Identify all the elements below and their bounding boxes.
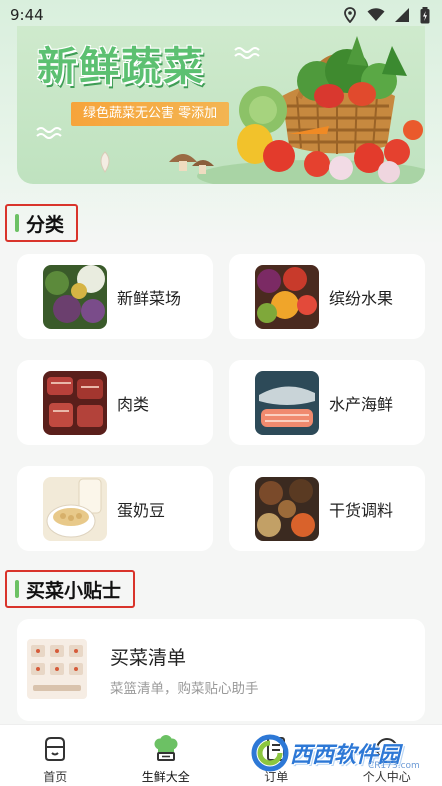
category-label: 干货调料 [329, 500, 394, 520]
category-label: 水产海鲜 [329, 394, 394, 414]
battery-icon [420, 6, 430, 23]
category-card-fruits[interactable]: 缤纷水果 [229, 254, 425, 339]
category-card-eggs-dairy-beans[interactable]: 蛋奶豆 [17, 466, 213, 551]
tab-fresh-catalog[interactable]: 生鲜大全 [111, 725, 222, 786]
seafood-photo [255, 370, 319, 435]
tips-section-header: 买菜小贴士 [5, 570, 136, 608]
categories-section-header: 分类 [5, 204, 79, 242]
category-card-dry-goods-spices[interactable]: 干货调料 [229, 466, 425, 551]
tab-label: 首页 [43, 770, 68, 784]
tab-home[interactable]: 首页 [0, 725, 111, 786]
status-time: 9:44 [10, 6, 44, 24]
section-accent-bar [15, 214, 19, 232]
watermark-subtext: CR173.com [368, 761, 420, 771]
tab-label: 生鲜大全 [141, 770, 190, 784]
watermark: 西西软件园 CR173.com [250, 728, 428, 778]
shopping-list-card[interactable]: 买菜清单 菜篮清单，购菜贴心助手 [17, 619, 425, 721]
fruits-photo [255, 264, 319, 329]
shopping-list-title: 买菜清单 [110, 647, 187, 669]
category-label: 新鲜菜场 [117, 288, 182, 308]
category-card-seafood[interactable]: 水产海鲜 [229, 360, 425, 445]
soybean-milk-photo [43, 476, 107, 541]
section-accent-bar [15, 580, 19, 598]
category-card-fresh-vegetables[interactable]: 新鲜菜场 [17, 254, 213, 339]
vegetables-photo [43, 264, 107, 329]
location-icon [344, 7, 356, 23]
status-bar: 9:44 [0, 0, 442, 30]
category-card-meat[interactable]: 肉类 [17, 360, 213, 445]
status-icons [343, 6, 430, 24]
category-label: 缤纷水果 [329, 288, 394, 308]
signal-icon [395, 8, 409, 22]
shopping-list-description: 菜篮清单，购菜贴心助手 [110, 681, 259, 697]
banner-title: 新鲜蔬菜 [37, 44, 205, 90]
banner-subtitle: 绿色蔬菜无公害 零添加 [71, 102, 230, 126]
home-icon [45, 737, 66, 761]
wifi-icon [367, 8, 385, 21]
watermark-logo-icon [251, 734, 289, 772]
category-label: 肉类 [117, 394, 150, 414]
spices-photo [255, 476, 319, 541]
meat-photo [43, 370, 107, 435]
shopping-list-thumbnail [27, 639, 87, 699]
category-label: 蛋奶豆 [117, 500, 166, 520]
chef-hat-icon [154, 735, 178, 761]
promo-banner[interactable]: 新鲜蔬菜 绿色蔬菜无公害 零添加 [17, 26, 425, 184]
categories-section-title: 分类 [26, 213, 65, 236]
tips-section-title: 买菜小贴士 [26, 579, 122, 602]
